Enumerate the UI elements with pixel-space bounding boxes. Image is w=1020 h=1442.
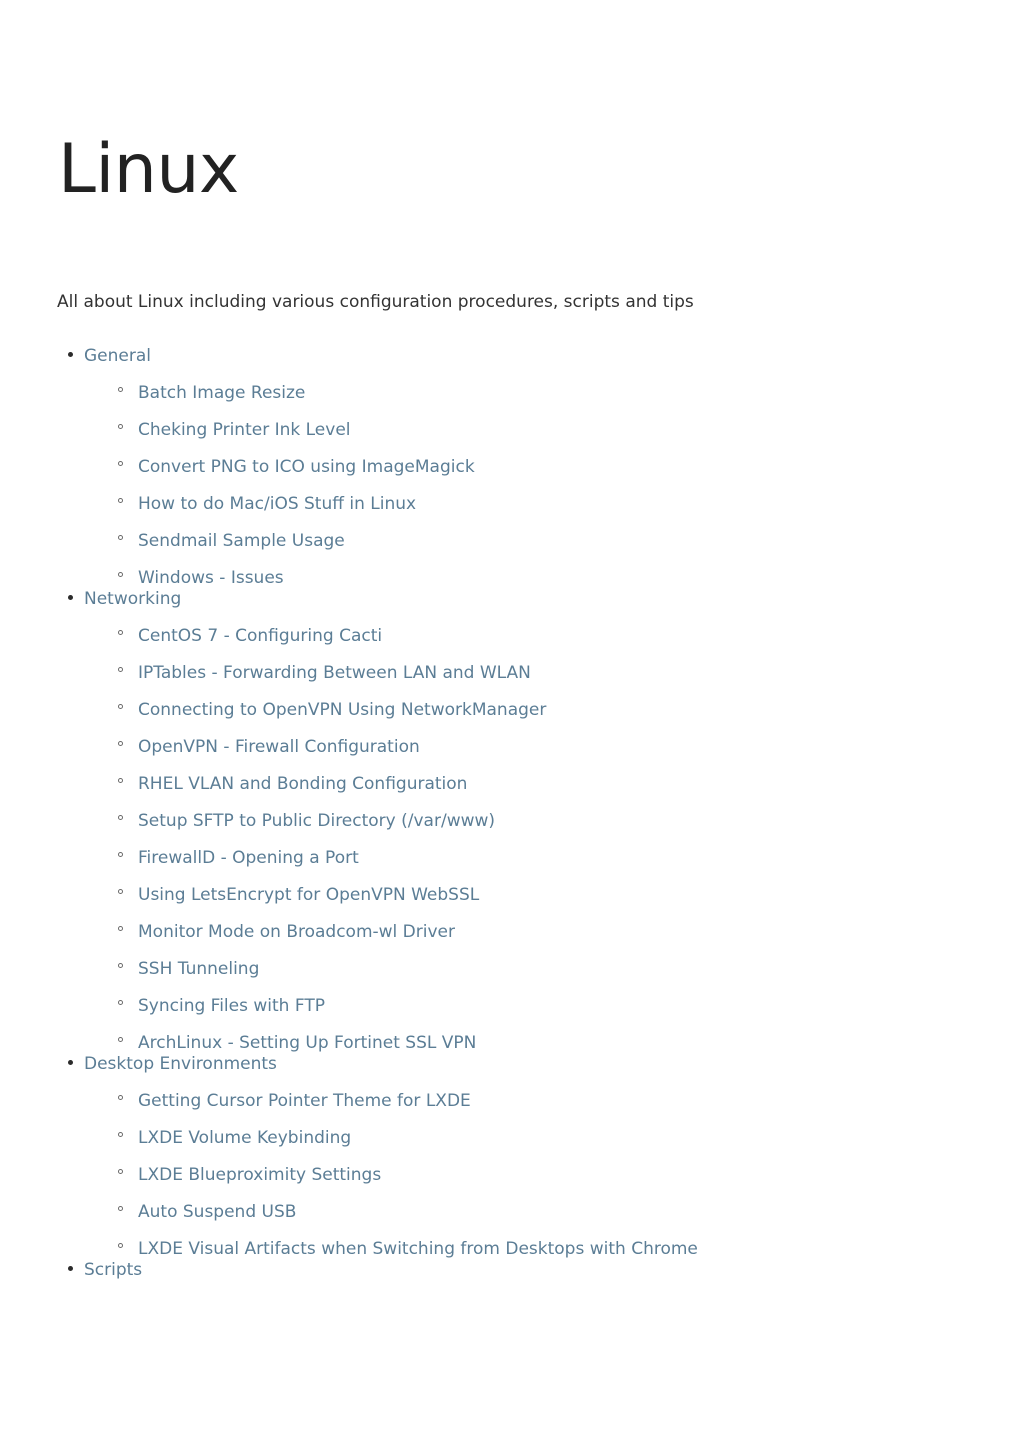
toc-subitem: Windows - Issues (112, 568, 1020, 589)
toc-subitem: CentOS 7 - Configuring Cacti (112, 626, 1020, 647)
hollow-circle-bullet-icon (118, 1243, 123, 1248)
toc-subitem-link[interactable]: Cheking Printer Ink Level (138, 420, 351, 441)
toc-subitem-list: Getting Cursor Pointer Theme for LXDE LXD… (112, 1091, 1020, 1260)
hollow-circle-bullet-icon (118, 926, 123, 931)
toc-category: Scripts (0, 1260, 1020, 1281)
toc-subitem: Getting Cursor Pointer Theme for LXDE (112, 1091, 1020, 1112)
toc-subitem: OpenVPN - Firewall Configuration (112, 737, 1020, 758)
toc-subitem-link[interactable]: Monitor Mode on Broadcom-wl Driver (138, 922, 455, 943)
toc-subitem-link[interactable]: RHEL VLAN and Bonding Configuration (138, 774, 467, 795)
toc-subitem-link[interactable]: ArchLinux - Setting Up Fortinet SSL VPN (138, 1033, 476, 1054)
toc-subitem-list: Batch Image Resize Cheking Printer Ink Le… (112, 383, 1020, 589)
toc-subitem: FirewallD - Opening a Port (112, 848, 1020, 869)
toc-subitem-link[interactable]: Connecting to OpenVPN Using NetworkManag… (138, 700, 546, 721)
toc-subitem-link[interactable]: SSH Tunneling (138, 959, 259, 980)
toc-subitem-link[interactable]: LXDE Visual Artifacts when Switching fro… (138, 1239, 698, 1260)
hollow-circle-bullet-icon (118, 778, 123, 783)
toc-subitem: Connecting to OpenVPN Using NetworkManag… (112, 700, 1020, 721)
toc-subitem-link[interactable]: Convert PNG to ICO using ImageMagick (138, 457, 475, 478)
filled-disc-bullet-icon (68, 352, 73, 357)
toc-subitem-link[interactable]: Setup SFTP to Public Directory (/var/www… (138, 811, 495, 832)
toc-subitem-link[interactable]: Batch Image Resize (138, 383, 305, 404)
page-subtitle: All about Linux including various config… (57, 292, 694, 312)
table-of-contents: General Batch Image Resize Cheking Printer… (0, 346, 1020, 1281)
category-list: General Batch Image Resize Cheking Printer… (0, 346, 1020, 1281)
toc-subitem: Batch Image Resize (112, 383, 1020, 404)
toc-subitem: Using LetsEncrypt for OpenVPN WebSSL (112, 885, 1020, 906)
toc-subitem: Convert PNG to ICO using ImageMagick (112, 457, 1020, 478)
toc-subitem-link[interactable]: CentOS 7 - Configuring Cacti (138, 626, 382, 647)
toc-subitem-link[interactable]: OpenVPN - Firewall Configuration (138, 737, 420, 758)
hollow-circle-bullet-icon (118, 461, 123, 466)
hollow-circle-bullet-icon (118, 630, 123, 635)
toc-subitem-link[interactable]: Syncing Files with FTP (138, 996, 325, 1017)
toc-subitem-link[interactable]: IPTables - Forwarding Between LAN and WL… (138, 663, 531, 684)
toc-subitem: Auto Suspend USB (112, 1202, 1020, 1223)
hollow-circle-bullet-icon (118, 535, 123, 540)
filled-disc-bullet-icon (68, 1060, 73, 1065)
toc-subitem-list: CentOS 7 - Configuring Cacti IPTables - F… (112, 626, 1020, 1054)
toc-subitem: LXDE Volume Keybinding (112, 1128, 1020, 1149)
hollow-circle-bullet-icon (118, 667, 123, 672)
hollow-circle-bullet-icon (118, 572, 123, 577)
toc-subitem: RHEL VLAN and Bonding Configuration (112, 774, 1020, 795)
hollow-circle-bullet-icon (118, 1132, 123, 1137)
page-title: Linux (58, 130, 239, 209)
toc-category-link[interactable]: Scripts (84, 1260, 142, 1281)
toc-subitem: ArchLinux - Setting Up Fortinet SSL VPN (112, 1033, 1020, 1054)
hollow-circle-bullet-icon (118, 852, 123, 857)
toc-subitem-link[interactable]: Auto Suspend USB (138, 1202, 296, 1223)
hollow-circle-bullet-icon (118, 1037, 123, 1042)
toc-subitem: Setup SFTP to Public Directory (/var/www… (112, 811, 1020, 832)
toc-subitem: LXDE Visual Artifacts when Switching fro… (112, 1239, 1020, 1260)
toc-subitem-link[interactable]: How to do Mac/iOS Stuff in Linux (138, 494, 416, 515)
toc-category-link[interactable]: General (84, 346, 151, 367)
filled-disc-bullet-icon (68, 1266, 73, 1271)
toc-subitem: Sendmail Sample Usage (112, 531, 1020, 552)
hollow-circle-bullet-icon (118, 741, 123, 746)
hollow-circle-bullet-icon (118, 387, 123, 392)
hollow-circle-bullet-icon (118, 889, 123, 894)
toc-subitem: Cheking Printer Ink Level (112, 420, 1020, 441)
toc-subitem-link[interactable]: FirewallD - Opening a Port (138, 848, 359, 869)
toc-subitem-link[interactable]: Sendmail Sample Usage (138, 531, 345, 552)
toc-category: General Batch Image Resize Cheking Printer… (0, 346, 1020, 589)
hollow-circle-bullet-icon (118, 1095, 123, 1100)
toc-subitem: SSH Tunneling (112, 959, 1020, 980)
toc-subitem-link[interactable]: Using LetsEncrypt for OpenVPN WebSSL (138, 885, 479, 906)
hollow-circle-bullet-icon (118, 424, 123, 429)
toc-subitem: Monitor Mode on Broadcom-wl Driver (112, 922, 1020, 943)
hollow-circle-bullet-icon (118, 498, 123, 503)
hollow-circle-bullet-icon (118, 1000, 123, 1005)
toc-category: Networking CentOS 7 - Configuring Cacti IP… (0, 589, 1020, 1054)
toc-subitem-link[interactable]: LXDE Volume Keybinding (138, 1128, 351, 1149)
toc-subitem-link[interactable]: LXDE Blueproximity Settings (138, 1165, 381, 1186)
toc-subitem-link[interactable]: Getting Cursor Pointer Theme for LXDE (138, 1091, 471, 1112)
toc-category-link[interactable]: Networking (84, 589, 181, 610)
toc-category: Desktop Environments Getting Cursor Point… (0, 1054, 1020, 1260)
toc-subitem-link[interactable]: Windows - Issues (138, 568, 284, 589)
hollow-circle-bullet-icon (118, 963, 123, 968)
toc-subitem: LXDE Blueproximity Settings (112, 1165, 1020, 1186)
toc-category-link[interactable]: Desktop Environments (84, 1054, 277, 1075)
hollow-circle-bullet-icon (118, 1169, 123, 1174)
toc-subitem: Syncing Files with FTP (112, 996, 1020, 1017)
hollow-circle-bullet-icon (118, 704, 123, 709)
toc-subitem: IPTables - Forwarding Between LAN and WL… (112, 663, 1020, 684)
toc-subitem: How to do Mac/iOS Stuff in Linux (112, 494, 1020, 515)
hollow-circle-bullet-icon (118, 815, 123, 820)
filled-disc-bullet-icon (68, 595, 73, 600)
hollow-circle-bullet-icon (118, 1206, 123, 1211)
